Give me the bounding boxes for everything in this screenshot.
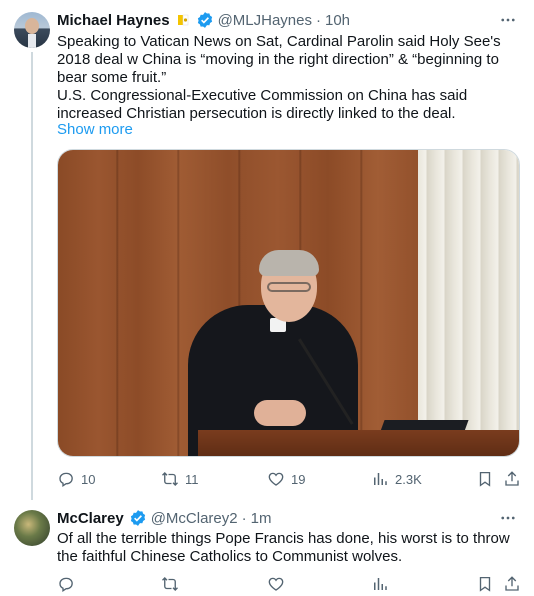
reply-icon (59, 577, 73, 592)
timestamp[interactable]: 10h (325, 12, 350, 29)
share-button[interactable] (503, 574, 521, 594)
repost-button[interactable] (161, 574, 179, 594)
photo-person-hair (259, 250, 319, 276)
tweet-text: Speaking to Vatican News on Sat, Cardina… (57, 33, 519, 123)
tweet-text-paragraph-2: U.S. Congressional-Executive Commission … (57, 87, 468, 122)
views-count: 2.3K (395, 471, 422, 487)
avatar-face (25, 18, 39, 34)
more-icon[interactable] (498, 508, 518, 528)
reply-count: 10 (81, 471, 96, 487)
views-icon (374, 578, 387, 590)
reply-button[interactable] (57, 574, 75, 594)
repost-icon (162, 577, 178, 591)
photo-lectern (198, 430, 519, 456)
reply-icon (59, 472, 73, 487)
reply-button[interactable]: 10 (57, 469, 95, 489)
tweet-mcclarey[interactable]: McClarey @McClarey2 · 1m Of all the terr… (0, 500, 534, 596)
views-icon (374, 473, 387, 485)
photo-hands (254, 400, 306, 426)
share-icon (505, 471, 519, 486)
repost-button[interactable]: 11 (161, 469, 199, 489)
tweet-header: McClarey @McClarey2 · 1m (57, 508, 271, 528)
like-count: 19 (291, 471, 306, 487)
like-button[interactable]: 19 (267, 469, 305, 489)
separator-dot: · (316, 11, 321, 29)
tweet-text: Of all the terrible things Pope Francis … (57, 530, 510, 565)
photo-glasses (267, 282, 311, 292)
user-handle[interactable]: @McClarey2 (151, 510, 238, 527)
repost-count: 11 (185, 471, 199, 487)
verified-badge-icon (129, 509, 147, 527)
tweet-media-photo[interactable] (57, 149, 520, 457)
views-button[interactable] (371, 574, 389, 594)
more-icon[interactable] (498, 10, 518, 30)
bookmark-button[interactable] (476, 469, 494, 489)
like-icon (268, 577, 284, 591)
bookmark-button[interactable] (476, 574, 494, 594)
display-name[interactable]: Michael Haynes (57, 12, 170, 29)
display-name[interactable]: McClarey (57, 510, 124, 527)
bookmark-icon (479, 471, 491, 487)
share-icon (505, 576, 519, 591)
tweet-michael-haynes[interactable]: Michael Haynes @MLJHaynes · 10h Speaking… (0, 0, 534, 500)
flag-emoji-icon (175, 12, 191, 28)
photo-wall-panel (418, 150, 519, 456)
bookmark-icon (479, 576, 491, 592)
verified-badge-icon (196, 11, 214, 29)
like-button[interactable] (267, 574, 285, 594)
user-handle[interactable]: @MLJHaynes (218, 12, 312, 29)
tweet-text-paragraph-1: Speaking to Vatican News on Sat, Cardina… (57, 33, 501, 86)
avatar-shirt (28, 34, 36, 48)
avatar[interactable] (14, 510, 50, 546)
show-more-link[interactable]: Show more (57, 121, 133, 138)
like-icon (268, 472, 284, 486)
views-button[interactable]: 2.3K (371, 469, 422, 489)
tweet-actions (57, 574, 520, 594)
tweet-header: Michael Haynes @MLJHaynes · 10h (57, 10, 350, 30)
share-button[interactable] (503, 469, 521, 489)
timestamp[interactable]: 1m (251, 510, 272, 527)
separator-dot: · (241, 509, 247, 527)
avatar[interactable] (14, 12, 50, 48)
repost-icon (162, 472, 178, 486)
tweet-actions: 10 11 19 2.3K (57, 469, 520, 489)
